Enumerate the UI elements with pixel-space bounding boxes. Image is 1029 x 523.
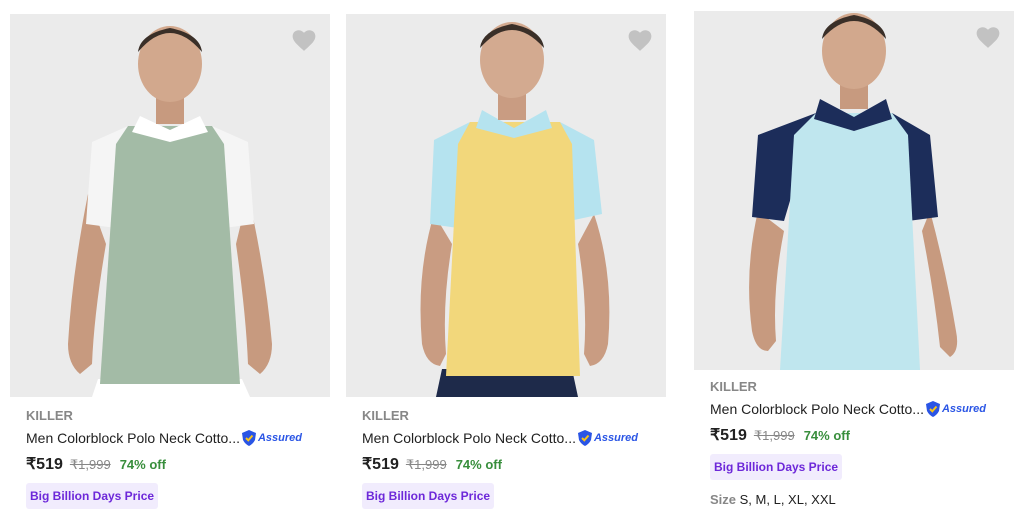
selling-price: ₹519 (362, 456, 399, 473)
title-row: Men Colorblock Polo Neck Cotto... Assure… (710, 399, 1014, 419)
assured-shield-icon (577, 430, 592, 446)
size-options: Size S, M, L, XL, XXL (710, 492, 1014, 507)
product-image[interactable] (10, 14, 330, 397)
brand-name: KILLER (710, 379, 757, 394)
assured-badge: Assured (241, 429, 302, 447)
product-info: KILLER Men Colorblock Polo Neck Cotto...… (694, 379, 1014, 507)
brand-name: KILLER (26, 408, 73, 423)
product-info: KILLER Men Colorblock Polo Neck Cotto...… (346, 408, 666, 509)
shirt-body (446, 122, 580, 376)
product-info: KILLER Men Colorblock Polo Neck Cotto...… (10, 408, 330, 509)
assured-shield-icon (241, 430, 256, 446)
size-values: S, M, L, XL, XXL (739, 492, 836, 507)
original-price: ₹1,999 (69, 457, 111, 472)
heart-shape (628, 30, 652, 51)
wishlist-heart-icon[interactable] (627, 28, 653, 52)
product-title[interactable]: Men Colorblock Polo Neck Cotto... (26, 430, 240, 446)
title-row: Men Colorblock Polo Neck Cotto... Assure… (362, 428, 666, 448)
offer-badge: Big Billion Days Price (362, 483, 495, 509)
wishlist-heart-icon[interactable] (291, 28, 317, 52)
brand-name: KILLER (362, 408, 409, 423)
assured-badge: Assured (577, 429, 638, 447)
product-image[interactable] (346, 14, 666, 397)
discount-percent: 74% off (803, 428, 850, 443)
assured-shield-icon (925, 401, 940, 417)
product-title[interactable]: Men Colorblock Polo Neck Cotto... (710, 401, 924, 417)
product-image[interactable] (694, 11, 1014, 370)
heart-shape (292, 30, 316, 51)
original-price: ₹1,999 (405, 457, 447, 472)
size-label: Size (710, 492, 737, 507)
selling-price: ₹519 (26, 456, 63, 473)
assured-label: Assured (941, 403, 987, 415)
heart-shape (976, 27, 1000, 48)
offer-badge: Big Billion Days Price (26, 483, 159, 509)
product-card[interactable]: KILLER Men Colorblock Polo Neck Cotto...… (694, 11, 1014, 507)
assured-label: Assured (257, 432, 303, 444)
discount-percent: 74% off (119, 457, 166, 472)
model-photo (10, 14, 330, 397)
price-row: ₹519 ₹1,999 74% off (710, 425, 1014, 447)
wishlist-heart-icon[interactable] (975, 25, 1001, 49)
product-title[interactable]: Men Colorblock Polo Neck Cotto... (362, 430, 576, 446)
model-photo (694, 11, 1014, 370)
assured-badge: Assured (925, 400, 986, 418)
title-row: Men Colorblock Polo Neck Cotto... Assure… (26, 428, 330, 448)
product-card[interactable]: KILLER Men Colorblock Polo Neck Cotto...… (10, 14, 330, 509)
original-price: ₹1,999 (753, 428, 795, 443)
discount-percent: 74% off (455, 457, 502, 472)
price-row: ₹519 ₹1,999 74% off (26, 454, 330, 476)
price-row: ₹519 ₹1,999 74% off (362, 454, 666, 476)
assured-label: Assured (593, 432, 639, 444)
product-card[interactable]: KILLER Men Colorblock Polo Neck Cotto...… (346, 14, 666, 509)
offer-badge: Big Billion Days Price (710, 454, 843, 480)
shirt-body (100, 126, 240, 384)
model-photo (346, 14, 666, 397)
shirt-body (780, 113, 920, 370)
selling-price: ₹519 (710, 427, 747, 444)
